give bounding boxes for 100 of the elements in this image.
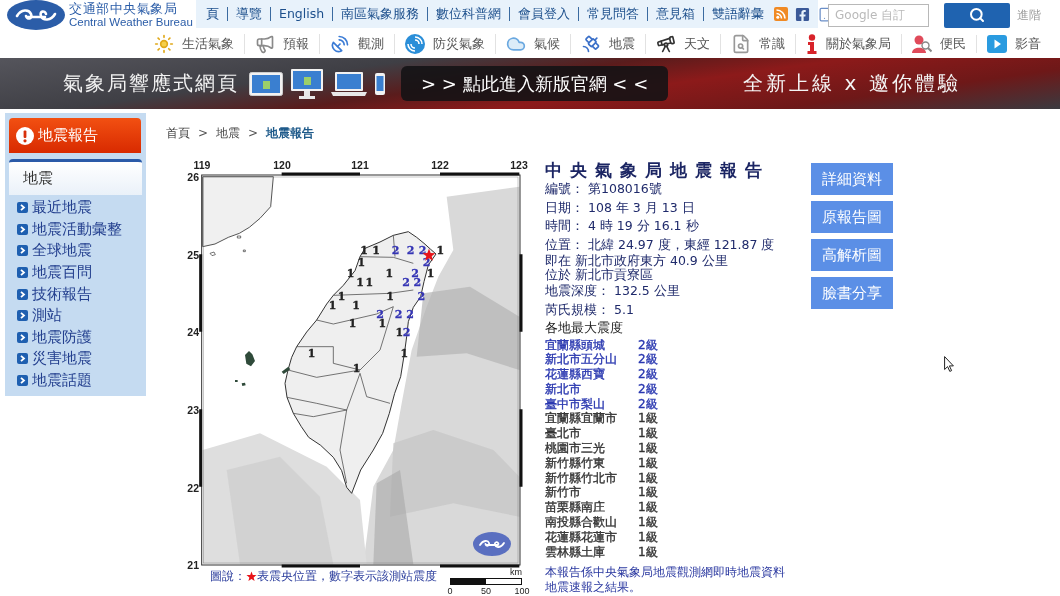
report-field: 時間： 4 時 19 分 16.1 秒 xyxy=(545,217,805,236)
sidebar-link[interactable]: 地震防護 xyxy=(9,326,142,349)
intensity-label: 1 xyxy=(337,291,346,301)
top-link[interactable]: 意見箱 xyxy=(647,7,704,21)
nav-link[interactable]: 天文 xyxy=(645,34,720,54)
intensity-value: 2級 xyxy=(638,352,659,368)
search-button[interactable] xyxy=(944,2,1010,28)
intensity-label: 1 xyxy=(357,257,366,267)
station-name: 新竹縣竹東 xyxy=(545,455,606,471)
intensity-value: 1級 xyxy=(638,411,659,427)
search-field[interactable]: Google 自訂 xyxy=(828,3,929,27)
intensity-value: 2級 xyxy=(638,367,659,382)
station-name: 南投縣合歡山 xyxy=(545,515,618,530)
sidebar-link[interactable]: 全球地震 xyxy=(9,240,142,262)
station-name: 新竹縣竹北市 xyxy=(545,470,618,486)
intensity-label: 2 xyxy=(402,327,411,337)
nav-link[interactable]: 氣候 xyxy=(495,34,570,54)
axis-label: 26 xyxy=(187,171,199,183)
island-shape xyxy=(209,235,246,256)
new-site-button[interactable]: > > 點此進入新版官網 < < xyxy=(401,66,669,101)
station-name: 花蓮縣花蓮市 xyxy=(545,529,618,545)
coastline-shape xyxy=(202,176,274,248)
intensity-label: 1 xyxy=(426,268,435,278)
sidebar-link[interactable]: 最近地震 xyxy=(9,197,142,219)
report-note: 本報告係中央氣象局地震觀測網即時地震資料地震速報之結果。 xyxy=(545,565,786,596)
top-link[interactable]: 南區氣象服務 xyxy=(332,7,428,21)
intensity-value: 2級 xyxy=(638,337,659,353)
top-link[interactable]: 雙語辭彙 xyxy=(703,7,773,21)
intensity-label: 1 xyxy=(372,245,380,255)
nav-link[interactable]: 觀測 xyxy=(319,34,394,54)
chevron-icon xyxy=(17,202,28,214)
phone-icon xyxy=(375,72,385,95)
intensity-label: 2 xyxy=(417,291,426,301)
intensity-label: 1 xyxy=(378,318,387,328)
report-field: 位置： 北緯 24.97 度，東經 121.87 度 xyxy=(545,235,805,254)
top-link[interactable]: English xyxy=(270,7,333,21)
nav-link[interactable]: 防災氣象 xyxy=(394,34,495,54)
report-field: 芮氏規模： 5.1 xyxy=(545,300,805,319)
nav-link[interactable]: 關於氣象局 xyxy=(795,34,901,54)
intensity-label: 1 xyxy=(352,363,361,373)
sidebar-link[interactable]: 災害地震 xyxy=(9,348,142,370)
nav-link[interactable]: 影音 xyxy=(976,35,1051,53)
intensity-label: 1 xyxy=(386,291,394,301)
intensity-value: 1級 xyxy=(638,441,659,456)
top-link[interactable]: 數位科普網 xyxy=(427,7,510,21)
intensity-label: 2 xyxy=(394,309,403,319)
intensity-label: 2 xyxy=(376,309,384,319)
chevron-icon xyxy=(17,288,28,300)
sidebar-link[interactable]: 地震話題 xyxy=(9,369,142,392)
telescope-icon xyxy=(656,34,676,54)
intensity-label: 1 xyxy=(400,348,409,358)
intensity-value: 1級 xyxy=(638,455,659,471)
station-name: 雲林縣土庫 xyxy=(545,544,606,560)
intensity-label: 1 xyxy=(328,300,337,310)
breadcrumb-link[interactable]: 首頁 xyxy=(166,126,190,140)
logo-title: 交通部中央氣象局 xyxy=(69,1,178,16)
scale-label: 50 xyxy=(481,586,491,596)
facebook-icon[interactable] xyxy=(795,6,811,22)
report-field: 地震深度： 132.5 公里 xyxy=(545,282,805,301)
breadcrumb-link[interactable]: 地震 xyxy=(216,126,241,140)
satellite-dish-icon xyxy=(330,34,350,54)
station-name: 苗栗縣南庄 xyxy=(545,500,606,516)
station-name: 宜蘭縣頭城 xyxy=(545,337,606,353)
megaphone-icon xyxy=(255,34,275,54)
nav-link[interactable]: 生活氣象 xyxy=(144,34,244,54)
intensity-label: 2 xyxy=(413,277,422,287)
sun-icon xyxy=(154,34,174,54)
monitor-icon xyxy=(291,68,323,99)
intensity-label: 1 xyxy=(385,268,394,278)
top-link[interactable]: 導覽 xyxy=(227,7,270,21)
satellite-icon xyxy=(581,34,601,54)
breadcrumb-separator: > xyxy=(198,126,209,140)
sidebar-link[interactable]: 技術報告 xyxy=(9,283,142,305)
chevron-icon xyxy=(17,267,28,279)
nav-link[interactable]: 地震 xyxy=(570,34,645,54)
top-link[interactable]: 頁 xyxy=(198,7,227,21)
station-name: 新北市 xyxy=(545,381,582,397)
station-name: 臺北市 xyxy=(545,426,582,442)
intensity-label: 1 xyxy=(346,268,355,278)
axis-label: 119 xyxy=(193,159,211,171)
intensity-label: 1 xyxy=(307,348,316,358)
axis-label: 23 xyxy=(187,404,199,416)
station-name: 宜蘭縣宜蘭市 xyxy=(545,411,618,427)
nav-link[interactable]: 預報 xyxy=(244,34,319,54)
chevron-icon xyxy=(17,245,28,257)
intensity-label: 2 xyxy=(391,245,400,255)
top-link[interactable]: 會員登入 xyxy=(509,7,579,21)
axis-label: 21 xyxy=(187,559,199,571)
sidebar-link[interactable]: 地震百問 xyxy=(9,261,142,284)
report-button[interactable]: 地震報告 xyxy=(9,118,141,153)
station-name: 桃園市三光 xyxy=(545,441,606,456)
nav-link[interactable]: 常識 xyxy=(720,34,795,54)
breadcrumb-link[interactable]: 地震報告 xyxy=(266,126,315,140)
top-link[interactable]: 常見問答 xyxy=(578,7,648,21)
intensity-value: 1級 xyxy=(638,485,659,501)
nav-link[interactable]: 便民 xyxy=(901,34,976,54)
sidebar-link[interactable]: 地震活動彙整 xyxy=(9,218,142,241)
tablet-icon xyxy=(249,71,283,96)
sidebar-link[interactable]: 測站 xyxy=(9,304,142,327)
chevron-icon xyxy=(17,353,28,365)
